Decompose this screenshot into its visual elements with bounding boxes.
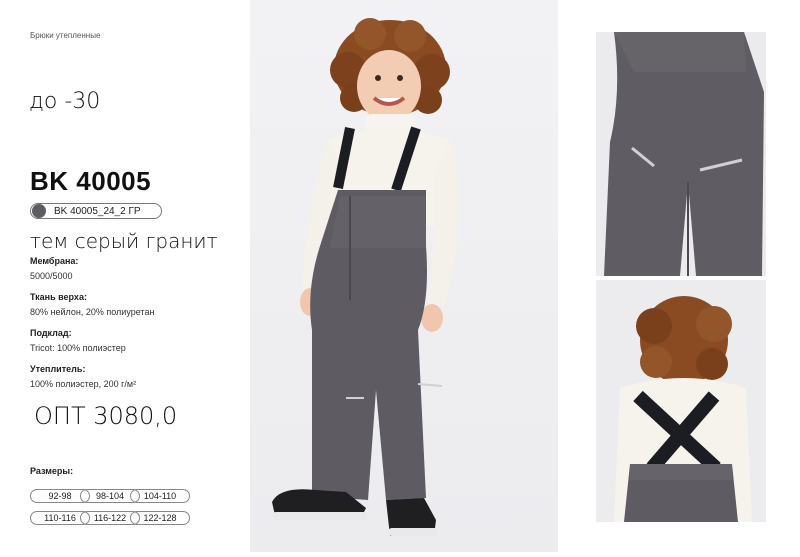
category-label: Брюки утепленные [30, 31, 101, 40]
color-swatch [32, 204, 46, 218]
spec-lining: Подклад: Tricot: 100% полиэстер [30, 328, 126, 353]
product-photo-main [250, 0, 558, 552]
spec-insulation: Утеплитель: 100% полиэстер, 200 г/м² [30, 364, 136, 389]
child-figure-illustration [272, 18, 460, 536]
spec-value: 100% полиэстер, 200 г/м² [30, 379, 137, 389]
spec-value: 80% нейлон, 20% полиуретан [30, 307, 155, 317]
spec-label: Утеплитель: [30, 364, 86, 374]
spec-outer-fabric: Ткань верха: 80% нейлон, 20% полиуретан [30, 292, 154, 317]
spec-label: Подклад: [30, 328, 72, 338]
size-pill: 104-110 [130, 489, 190, 503]
color-chip: BK 40005_24_2 ГР [30, 203, 162, 219]
color-name: тем серый гранит [30, 229, 218, 253]
spec-value: 5000/5000 [30, 271, 73, 281]
spec-label: Мембрана: [30, 256, 79, 266]
back-view-illustration [596, 280, 766, 522]
spec-value: Tricot: 100% полиэстер [30, 343, 126, 353]
product-photo-detail-legs [596, 32, 766, 276]
spec-label: Ткань верха: [30, 292, 87, 302]
sizes-label: Размеры: [30, 466, 74, 476]
spec-membrane: Мембрана: 5000/5000 [30, 256, 78, 281]
temperature-rating: до -30 [29, 89, 101, 114]
wholesale-price: ОПТ 3080,0 [34, 402, 178, 430]
size-pill: 122-128 [130, 511, 190, 525]
color-code: BK 40005_24_2 ГР [54, 205, 141, 217]
product-photo-detail-back [596, 280, 766, 522]
article-number: BK 40005 [30, 166, 152, 196]
legs-detail-illustration [596, 32, 766, 276]
